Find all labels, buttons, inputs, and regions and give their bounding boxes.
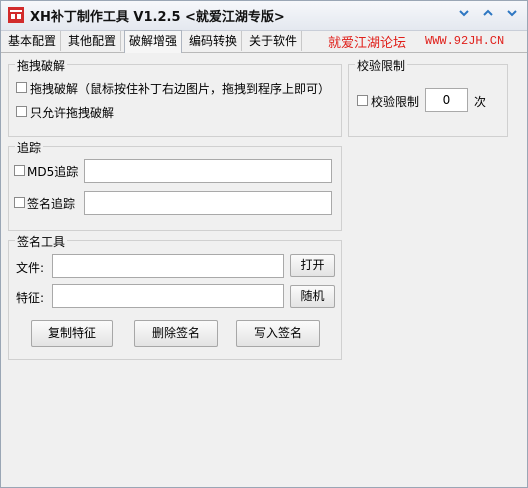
chevron-up-icon [483,9,493,16]
md5-tracking-checkbox[interactable] [14,165,25,176]
check-limit-label: 校验限制 [371,95,420,109]
signature-tool-group-title: 签名工具 [15,233,68,250]
app-logo-icon [8,7,24,23]
tab-basic-config[interactable]: 基本配置 [4,31,62,51]
minimize-button[interactable] [456,7,472,21]
signature-tracking-input[interactable] [84,191,332,215]
promo-site-name[interactable]: 就爱江湖论坛 [328,32,406,51]
tab-encoding-convert[interactable]: 编码转换 [185,31,243,51]
feature-label: 特征: [16,291,45,305]
window-title: XH补丁制作工具 V1.2.5 <就爱江湖专版> [30,10,285,25]
drag-crack-group-title: 拖拽破解 [15,57,68,74]
promo-url[interactable]: WWW.92JH.CN [425,34,504,48]
tab-other-config[interactable]: 其他配置 [64,31,122,51]
check-limit-count-input[interactable]: 0 [425,88,468,112]
file-label: 文件: [16,261,45,275]
drag-crack-label: 拖拽破解（鼠标按住补丁右边图片，拖拽到程序上即可） [30,82,331,96]
drag-crack-checkbox[interactable] [16,82,27,93]
random-feature-button[interactable]: 随机 [290,285,335,308]
delete-signature-button[interactable]: 删除签名 [134,320,218,347]
chevron-down-icon [507,10,517,17]
drag-crack-group [8,64,342,137]
tracking-group-title: 追踪 [15,139,44,156]
check-limit-group-title: 校验限制 [355,57,408,74]
close-button[interactable] [504,7,520,21]
md5-tracking-input[interactable] [84,159,332,183]
write-signature-button[interactable]: 写入签名 [236,320,320,347]
check-limit-checkbox[interactable] [357,95,368,106]
file-path-input[interactable] [52,254,284,278]
title-bar: XH补丁制作工具 V1.2.5 <就爱江湖专版> [0,0,528,31]
copy-feature-button[interactable]: 复制特征 [31,320,113,347]
tab-about[interactable]: 关于软件 [245,31,303,51]
md5-tracking-label: MD5追踪 [27,165,79,179]
check-limit-unit: 次 [474,95,487,109]
only-drag-label: 只允许拖拽破解 [30,106,115,120]
signature-tracking-checkbox[interactable] [14,197,25,208]
chevron-down-icon [459,10,469,17]
tab-strip-baseline [0,52,528,53]
open-file-button[interactable]: 打开 [290,254,335,277]
maximize-button[interactable] [480,7,496,21]
signature-tracking-label: 签名追踪 [27,197,76,211]
feature-input[interactable] [52,284,284,308]
tab-crack-enhance[interactable]: 破解增强 [124,30,183,53]
only-drag-checkbox[interactable] [16,106,27,117]
